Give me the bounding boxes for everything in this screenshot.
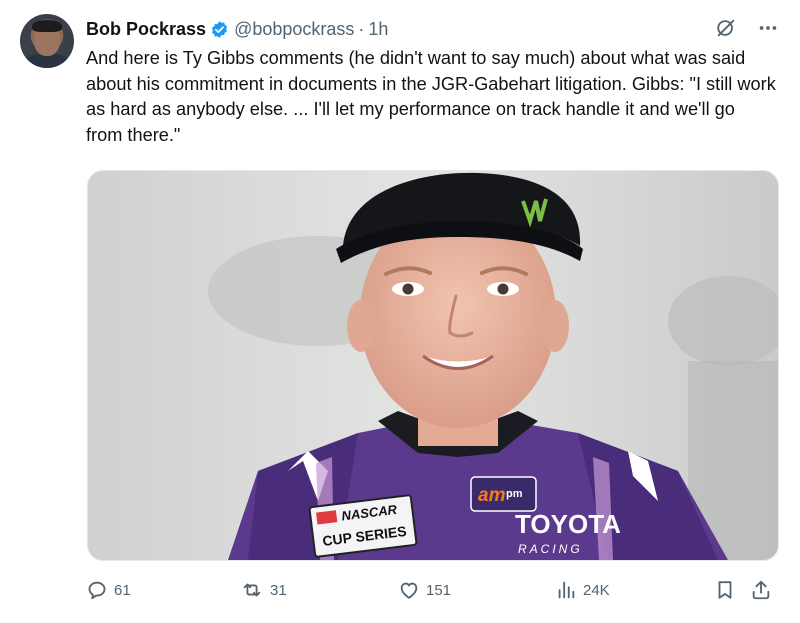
sponsor-text: TOYOTA — [515, 509, 621, 539]
bookmark-icon — [718, 581, 732, 599]
repost-count: 31 — [270, 581, 287, 599]
reply-count: 61 — [114, 581, 131, 599]
avatar-shirt — [24, 54, 70, 68]
tweet-actions: 61 31 151 24K — [86, 575, 776, 605]
like-icon — [400, 582, 418, 599]
grok-icon[interactable] — [714, 16, 738, 40]
more-icon[interactable] — [756, 16, 780, 40]
like-count: 151 — [426, 581, 452, 599]
views-button[interactable]: 24K — [555, 575, 610, 605]
views-icon — [558, 581, 575, 599]
verified-badge-icon[interactable] — [210, 20, 229, 39]
share-icon — [752, 580, 770, 600]
separator-dot: · — [358, 18, 365, 39]
sponsor-sub-text: RACING — [518, 542, 583, 556]
tweet-text: And here is Ty Gibbs comments (he didn't… — [86, 48, 776, 145]
author-avatar[interactable] — [20, 14, 74, 68]
tweet-video[interactable]: NASCAR CUP SERIES am pm TOYOTA RACING — [87, 170, 779, 561]
avatar-hair — [32, 20, 62, 32]
share-button[interactable] — [750, 575, 778, 605]
bookmark-button[interactable] — [714, 575, 742, 605]
tweet-header: Bob Pockrass @bobpockrass · 1h — [86, 17, 388, 41]
like-button[interactable]: 151 — [398, 575, 451, 605]
repost-button[interactable]: 31 — [240, 575, 287, 605]
am-logo-brand: am — [478, 485, 506, 506]
reply-icon — [88, 581, 106, 600]
video-frame: NASCAR CUP SERIES am pm TOYOTA RACING — [88, 171, 778, 560]
author-handle[interactable]: @bobpockrass — [234, 19, 354, 40]
views-count: 24K — [583, 581, 610, 599]
tweet-top-actions — [714, 16, 780, 40]
author-name[interactable]: Bob Pockrass — [86, 19, 206, 40]
am-logo-suffix: pm — [506, 488, 523, 500]
timestamp[interactable]: 1h — [368, 19, 388, 40]
reply-button[interactable]: 61 — [86, 575, 131, 605]
repost-icon — [243, 583, 261, 597]
